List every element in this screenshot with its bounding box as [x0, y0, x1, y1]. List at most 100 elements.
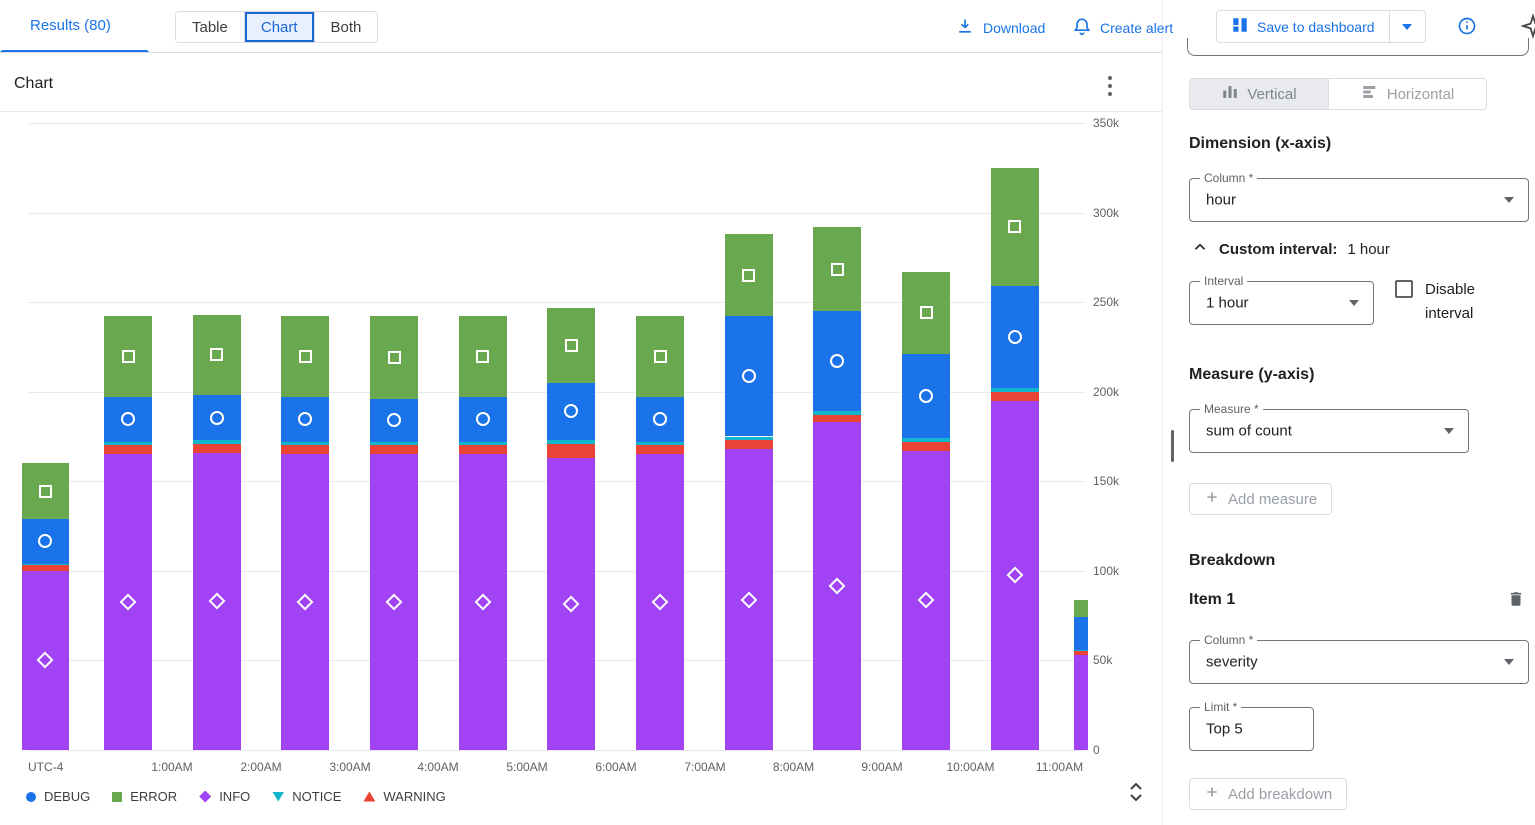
legend-item-warning[interactable]: WARNING: [363, 789, 445, 804]
bar-segment-debug[interactable]: [1074, 617, 1088, 649]
x-axis-tick-label: 3:00AM: [329, 760, 370, 774]
horizontal-orientation-button[interactable]: Horizontal: [1328, 79, 1486, 109]
breakdown-column-select[interactable]: Column * severity: [1189, 640, 1529, 684]
y-axis-tick-label: 200k: [1093, 385, 1119, 399]
view-toggle-table[interactable]: Table: [176, 12, 244, 42]
add-breakdown-label: Add breakdown: [1228, 786, 1332, 803]
panel-scrollbar-thumb[interactable]: [1171, 430, 1174, 462]
add-measure-label: Add measure: [1228, 491, 1317, 508]
disable-interval-label: Disable interval: [1425, 278, 1515, 326]
interval-select[interactable]: Interval 1 hour: [1189, 281, 1374, 325]
dot-icon: [1108, 84, 1112, 88]
bar-segment-error[interactable]: [1074, 600, 1088, 618]
legend-item-info[interactable]: INFO: [199, 789, 250, 804]
y-axis-tick-label: 350k: [1093, 116, 1119, 130]
orientation-toggle: Vertical Horizontal: [1189, 78, 1487, 110]
create-alert-button[interactable]: Create alert: [1072, 16, 1173, 39]
breakdown-limit-label: Limit *: [1200, 700, 1241, 714]
info-button[interactable]: [1457, 16, 1477, 36]
bar-segment-warning[interactable]: [902, 442, 950, 451]
chevron-down-icon: [1504, 197, 1514, 203]
x-axis-tick-label: 7:00AM: [684, 760, 725, 774]
horizontal-bars-icon: [1361, 83, 1379, 105]
square-marker-icon: [299, 350, 312, 363]
legend-item-debug[interactable]: DEBUG: [26, 789, 90, 804]
view-toggle-group: Table Chart Both: [175, 11, 378, 43]
legend-label: DEBUG: [44, 789, 90, 804]
dimension-heading: Dimension (x-axis): [1189, 135, 1331, 153]
vertical-orientation-button[interactable]: Vertical: [1190, 79, 1328, 109]
create-alert-label: Create alert: [1100, 20, 1173, 36]
circle-marker-icon: [1008, 330, 1022, 344]
circle-icon: [26, 792, 36, 802]
measure-label: Measure *: [1200, 402, 1263, 416]
y-axis-tick-label: 50k: [1093, 653, 1112, 667]
legend-item-error[interactable]: ERROR: [112, 789, 177, 804]
circle-marker-icon: [742, 369, 756, 383]
square-marker-icon: [476, 350, 489, 363]
bar-segment-warning[interactable]: [991, 392, 1039, 401]
bar-segment-notice[interactable]: [1074, 650, 1088, 652]
download-button[interactable]: Download: [955, 16, 1045, 39]
bar-segment-notice[interactable]: [547, 440, 595, 444]
legend-label: ERROR: [130, 789, 177, 804]
bar-segment-notice[interactable]: [193, 440, 241, 444]
unfold-more-icon[interactable]: [1128, 782, 1144, 807]
square-marker-icon: [210, 348, 223, 361]
toolbar: Results (80) Table Chart Both Download C…: [0, 0, 1535, 53]
measure-select[interactable]: Measure * sum of count: [1189, 409, 1469, 453]
add-breakdown-button[interactable]: Add breakdown: [1189, 778, 1347, 810]
breakdown-item-title: Item 1: [1189, 591, 1235, 609]
bar-segment-warning[interactable]: [22, 565, 69, 570]
bar-segment-notice[interactable]: [991, 388, 1039, 392]
save-options-dropdown[interactable]: [1389, 11, 1425, 42]
view-toggle-both[interactable]: Both: [314, 12, 378, 42]
dot-icon: [1108, 92, 1112, 96]
chart-overflow-menu[interactable]: [1101, 76, 1119, 96]
add-measure-button[interactable]: Add measure: [1189, 483, 1332, 515]
view-toggle-chart[interactable]: Chart: [244, 12, 314, 42]
measure-value: sum of count: [1206, 423, 1292, 440]
breakdown-column-label: Column *: [1200, 633, 1257, 647]
bar-segment-notice[interactable]: [725, 437, 773, 441]
bar-segment-warning[interactable]: [636, 445, 684, 454]
bar-segment-notice[interactable]: [104, 442, 152, 446]
tab-results[interactable]: Results (80): [30, 17, 111, 34]
dimension-column-select[interactable]: Column * hour: [1189, 178, 1529, 222]
custom-interval-value: 1 hour: [1347, 241, 1390, 258]
bar-segment-notice[interactable]: [370, 442, 418, 446]
bar-segment-warning[interactable]: [370, 445, 418, 454]
x-axis-tick-label: 6:00AM: [595, 760, 636, 774]
bar-segment-warning[interactable]: [104, 445, 152, 454]
bar-segment-warning[interactable]: [1074, 651, 1088, 655]
legend-item-notice[interactable]: NOTICE: [272, 789, 341, 804]
info-icon: [1457, 16, 1477, 36]
clipped-sparkle-button[interactable]: [1521, 13, 1535, 39]
bar-segment-warning[interactable]: [547, 444, 595, 458]
circle-marker-icon: [210, 411, 224, 425]
bar-segment-notice[interactable]: [281, 442, 329, 446]
bar-segment-warning[interactable]: [459, 445, 507, 454]
chevron-down-icon: [1504, 659, 1514, 665]
legend-label: NOTICE: [292, 789, 341, 804]
bar-segment-notice[interactable]: [459, 442, 507, 446]
disable-interval-checkbox[interactable]: [1395, 280, 1413, 298]
delete-breakdown-icon[interactable]: [1507, 589, 1525, 614]
chevron-up-icon: [1191, 238, 1209, 260]
bar-segment-notice[interactable]: [636, 442, 684, 446]
custom-interval-collapse[interactable]: Custom interval: 1 hour: [1191, 238, 1390, 260]
dimension-column-value: hour: [1206, 192, 1236, 209]
save-to-dashboard-button[interactable]: Save to dashboard: [1217, 11, 1389, 42]
bar-segment-notice[interactable]: [813, 411, 861, 415]
chevron-down-icon: [1349, 300, 1359, 306]
bar-segment-warning[interactable]: [193, 444, 241, 453]
bar-segment-warning[interactable]: [281, 445, 329, 454]
breakdown-limit-field[interactable]: Limit * Top 5: [1189, 707, 1314, 751]
bar-segment-warning[interactable]: [725, 440, 773, 449]
bar-segment-warning[interactable]: [813, 415, 861, 422]
bar-segment-notice[interactable]: [22, 564, 69, 566]
custom-interval-label: Custom interval:: [1219, 241, 1337, 258]
y-axis-tick-label: 100k: [1093, 564, 1119, 578]
bar-segment-info[interactable]: [1074, 655, 1088, 750]
bar-segment-notice[interactable]: [902, 438, 950, 442]
